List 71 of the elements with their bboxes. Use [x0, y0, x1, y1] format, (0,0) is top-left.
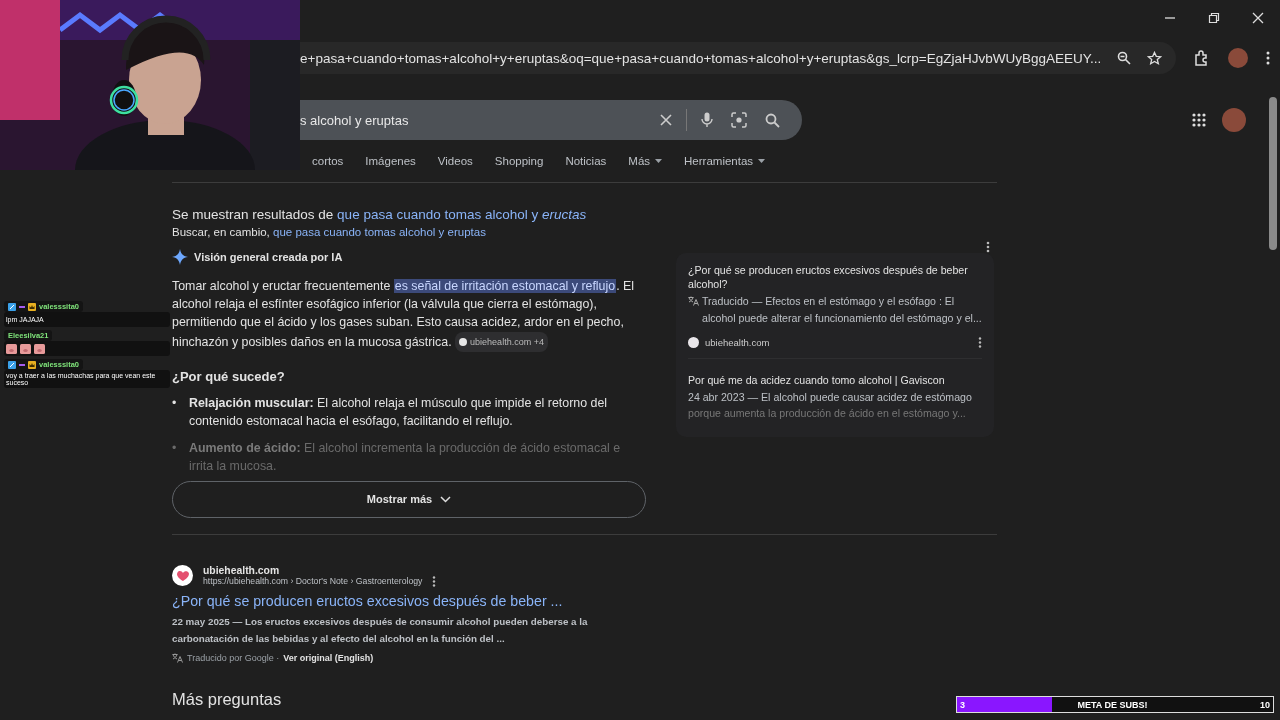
profile-avatar[interactable] — [1228, 48, 1249, 68]
bullet-text: Relajación muscular: El alcohol relaja el músculo que impide el retorno del contenido estomacal hacia el esófago, facilitando el reflujo. — [189, 394, 609, 430]
url-text: e+pasa+cuando+tomas+alcohol+y+eruptas&oq=que+pasa+cuando+tomas+alcohol+y+eruptas&gs_lcrp=EgZjaHJvbWUyBggAEEUY... — [300, 50, 1102, 66]
bullet-text: Aumento de ácido: El alcohol incrementa la producción de ácido estomacal e irrita la mucosa. — [189, 440, 622, 476]
bullet-marker: • — [172, 440, 178, 458]
user-badge-icon — [8, 302, 16, 311]
translate-icon — [688, 296, 699, 306]
pig-emote-icon — [6, 343, 17, 354]
account-avatar[interactable] — [1222, 108, 1246, 132]
search-icon[interactable] — [765, 112, 780, 128]
dash-badge-icon — [19, 305, 25, 308]
site-name: ubiehealth.com — [705, 337, 770, 348]
restore-icon[interactable] — [1208, 12, 1220, 24]
more-options-icon[interactable] — [986, 241, 990, 253]
site-favicon — [688, 337, 699, 348]
more-options-icon[interactable] — [978, 337, 982, 348]
corrected-query-link[interactable]: que pasa cuando tomas alcohol y eructas — [337, 207, 587, 222]
dash-badge-icon — [19, 363, 25, 366]
ai-overview-title: Visión general creada por IA — [194, 251, 343, 263]
more-options-icon[interactable] — [432, 575, 437, 587]
search-field[interactable]: s alcohol y eruptas — [300, 100, 802, 140]
crown-icon — [28, 360, 36, 369]
source-snippet: porque aumenta la producción de ácido en el estómago y... — [688, 406, 967, 421]
sparkle-icon — [172, 249, 188, 265]
close-icon[interactable] — [1252, 12, 1264, 24]
camera-icon[interactable] — [731, 112, 747, 128]
section-heading: Más preguntas — [172, 689, 282, 709]
user-badge-icon — [8, 360, 16, 369]
apps-grid-icon[interactable] — [1192, 113, 1206, 127]
search-tab[interactable]: Imágenes — [365, 150, 416, 172]
section-heading: ¿Por qué sucede? — [172, 368, 286, 384]
search-tab[interactable]: Shopping — [494, 150, 544, 172]
result-url: https://ubiehealth.com › Doctor's Note › Gastroenterology — [203, 576, 423, 587]
source-snippet: 24 abr 2023 — El alcohol puede causar acidez de estómago — [688, 390, 972, 405]
source-title[interactable]: Por qué me da acidez cuando tomo alcohol | Gaviscon — [688, 373, 982, 387]
result-title-link[interactable]: ¿Por qué se producen eructos excesivos después de beber ... — [172, 592, 652, 609]
site-name: ubiehealth.com — [203, 564, 281, 576]
pig-emote-icon — [34, 343, 45, 354]
search-tab[interactable]: Noticias — [565, 150, 607, 172]
view-original-link[interactable]: Ver original (English) — [283, 652, 374, 663]
zoom-icon[interactable] — [1117, 51, 1132, 65]
goal-current: 3 — [960, 699, 965, 710]
show-more-button[interactable]: Mostrar más — [172, 480, 646, 518]
crown-icon — [28, 302, 36, 311]
ai-overview-text: Tomar alcohol y eructar frecuentemente es señal de irritación estomacal y reflujo. El alcohol relaja el esfínter esofágico inferior (la válvula que cierra el estómago), permitiendo que el ácido y los gases suban. Esto causa acidez, ardor en el pecho, hinchazón y posibles daños en la mucosa gástrica. ubiehealth.com +4 — [172, 277, 646, 352]
translate-icon — [172, 652, 183, 663]
menu-icon[interactable] — [1266, 51, 1271, 65]
source-title[interactable]: ¿Por qué se producen eructos excesivos después de beber alcohol? — [688, 263, 982, 291]
bullet-marker: • — [172, 394, 178, 412]
translation-note: Traducido por Google · — [187, 652, 280, 663]
microphone-icon[interactable] — [701, 112, 713, 128]
correction-text: Se muestran resultados de — [172, 207, 334, 222]
result-snippet: 22 may 2025 — Los eructos excesivos después de consumir alcohol pueden deberse a la carbonatación de las bebidas y al efecto del alcohol en la función del ... — [172, 614, 589, 646]
source-snippet: Traducido — Efectos en el estómago y el esófago : El alcohol puede alterar el funcionamiento del estómago y el... — [702, 294, 982, 326]
chevron-down-icon — [440, 495, 452, 503]
goal-label: META DE SUBS! — [1077, 699, 1148, 710]
clear-icon[interactable] — [660, 114, 672, 126]
star-icon[interactable] — [1147, 50, 1163, 66]
pig-emote-icon — [20, 343, 31, 354]
source-chip[interactable]: ubiehealth.com +4 — [455, 331, 548, 352]
address-bar[interactable]: e+pasa+cuando+tomas+alcohol+y+eruptas&oq=que+pasa+cuando+tomas+alcohol+y+eruptas&gs_lcrp=EgZjaHJvbWUyBggAEEUY... — [300, 42, 1177, 74]
search-tab[interactable]: Videos — [437, 150, 473, 172]
caret-icon — [758, 159, 766, 163]
heart-icon — [175, 569, 190, 582]
search-tab[interactable]: Herramientas — [684, 150, 766, 172]
search-tab[interactable]: cortos — [312, 150, 344, 172]
caret-icon — [655, 159, 663, 163]
goal-target: 10 — [1259, 699, 1270, 710]
original-query-link[interactable]: que pasa cuando tomas alcohol y eruptas — [273, 226, 486, 238]
search-tab[interactable]: Más — [628, 150, 663, 172]
alternative-text: Buscar, en cambio, — [172, 226, 270, 238]
